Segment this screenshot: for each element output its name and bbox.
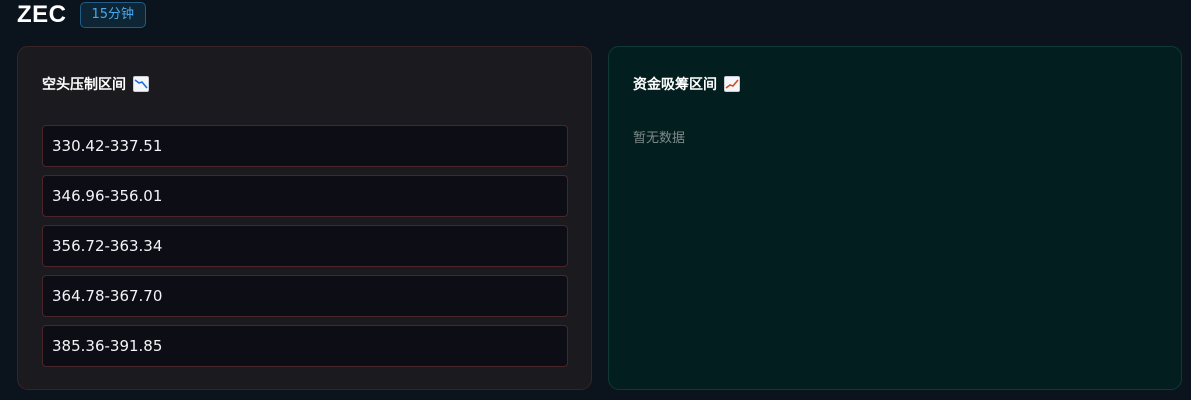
bear-panel-title-text: 空头压制区间 [42, 77, 126, 93]
chart-decreasing-icon [133, 76, 149, 92]
header: ZEC 15分钟 [17, 0, 147, 30]
chart-increasing-icon [724, 76, 740, 92]
bull-panel-title: 资金吸筹区间 [633, 74, 740, 94]
bull-panel-title-text: 资金吸筹区间 [633, 77, 717, 93]
timeframe-badge[interactable]: 15分钟 [79, 2, 147, 28]
empty-state-text: 暂无数据 [633, 131, 686, 146]
range-item[interactable]: 330.42-337.51 [42, 125, 568, 167]
range-item[interactable]: 385.36-391.85 [42, 325, 568, 367]
range-item[interactable]: 346.96-356.01 [42, 175, 568, 217]
bear-range-list: 330.42-337.51 346.96-356.01 356.72-363.3… [42, 125, 568, 375]
capital-accumulation-panel: 资金吸筹区间 暂无数据 [608, 46, 1182, 390]
range-item[interactable]: 356.72-363.34 [42, 225, 568, 267]
bear-panel-title: 空头压制区间 [42, 74, 149, 94]
range-item[interactable]: 364.78-367.70 [42, 275, 568, 317]
bear-pressure-panel: 空头压制区间 330.42-337.51 346.96-356.01 356.7… [17, 46, 592, 390]
symbol-title: ZEC [17, 1, 67, 28]
